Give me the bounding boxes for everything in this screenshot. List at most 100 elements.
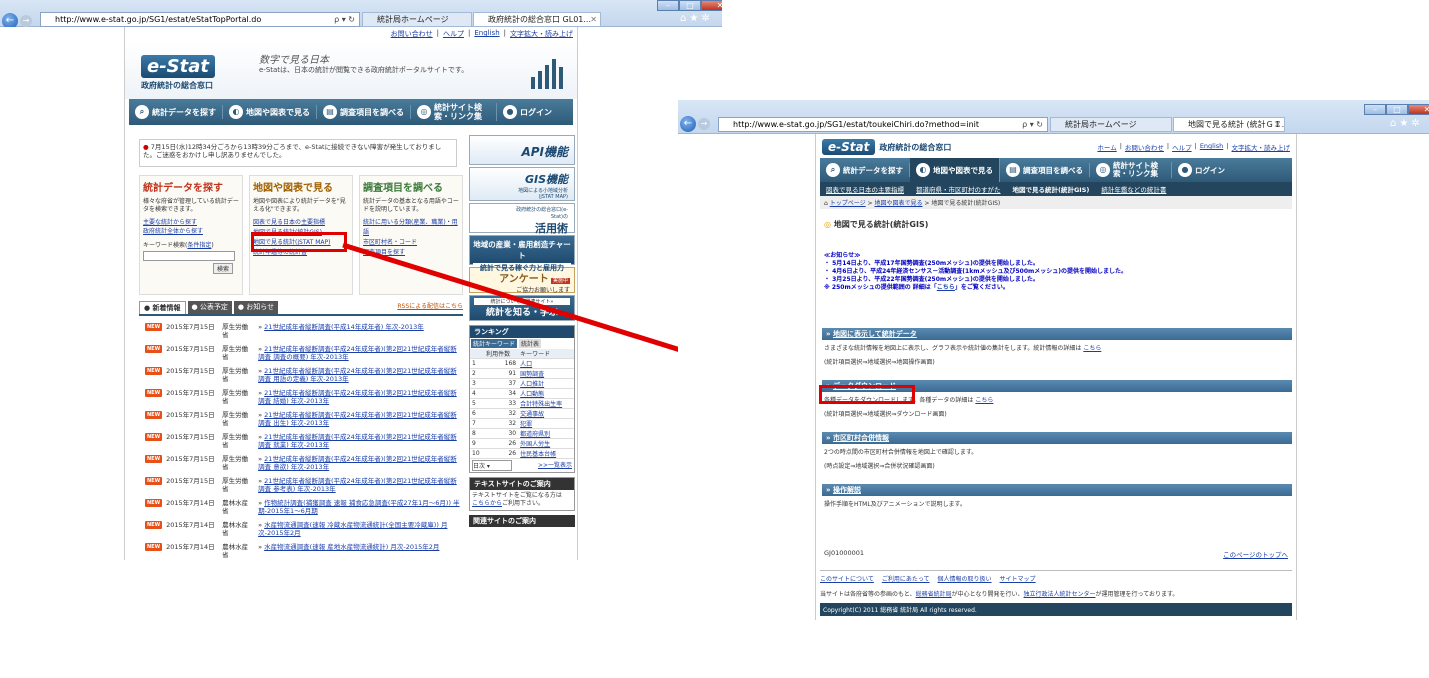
estat-logo[interactable]: e-Stat xyxy=(141,55,215,78)
news-link[interactable]: 21世紀成年者縦断調査(平成24年成年者)(第2回21世紀成年者縦断調査 意欲)… xyxy=(258,455,457,471)
search-refresh-icon[interactable]: ρ ▾ ↻ xyxy=(1022,118,1043,131)
back-icon[interactable]: ← xyxy=(680,116,696,132)
condition-link[interactable]: 条件指定 xyxy=(187,242,211,249)
nav-site-links[interactable]: ◎ 統計サイト検索・リンク集 xyxy=(1090,162,1172,178)
close-tab-icon[interactable]: ✕ xyxy=(590,13,597,26)
tab-estat-portal[interactable]: 政府統計の総合窓口 GL01... ✕ xyxy=(473,12,601,27)
news-link[interactable]: 21世紀成年者縦断調査(平成24年成年者)(第2回21世紀成年者縦断調査 就業)… xyxy=(258,433,457,449)
maximize-button[interactable]: □ xyxy=(679,0,701,11)
detail-link[interactable]: こちら xyxy=(1083,345,1101,352)
nav-map-chart[interactable]: ◐ 地図や図表で見る xyxy=(910,158,1000,182)
tab-table[interactable]: 統計表 xyxy=(519,339,542,348)
learn-banner[interactable]: 統計についての関連サイト» 統計を知る・学ぶ xyxy=(469,295,575,321)
keyword-link[interactable]: 人口動態 xyxy=(520,391,544,398)
text-site-link[interactable]: こちらから xyxy=(472,500,502,507)
estat-logo[interactable]: e-Stat xyxy=(822,139,876,155)
api-banner[interactable]: API機能 xyxy=(469,135,575,165)
news-link[interactable]: 21世紀成年者縦断調査(平成24年成年者)(第2回21世紀成年者縦断調査 参考表… xyxy=(258,477,457,493)
rss-link[interactable]: RSSによる配信はこちら xyxy=(397,301,463,314)
english-link[interactable]: English xyxy=(474,29,499,39)
tab-stat-bureau[interactable]: 統計局ホームページ xyxy=(1050,117,1172,132)
search-refresh-icon[interactable]: ρ ▾ ↻ xyxy=(334,13,355,26)
nav-login[interactable]: ● ログイン xyxy=(497,105,558,119)
footer-sitemap-link[interactable]: サイトマップ xyxy=(1000,574,1036,583)
breadcrumb-top[interactable]: トップページ xyxy=(830,200,866,207)
tab-publish-schedule[interactable]: ● 公表予定 xyxy=(187,301,232,314)
nav-search-data[interactable]: ⌕ 統計データを探す xyxy=(820,163,910,177)
keyword-link[interactable]: 人口 xyxy=(520,361,532,368)
tab-notices[interactable]: ● お知らせ xyxy=(233,301,279,314)
major-stats-link[interactable]: 主要な統計から探す xyxy=(143,219,197,226)
stat-center-link[interactable]: 独立行政法人統計センター xyxy=(1024,591,1096,598)
keyword-link[interactable]: 合計特殊出生率 xyxy=(520,401,562,408)
home-link[interactable]: ホーム xyxy=(1097,142,1116,152)
subnav-prefecture[interactable]: 都道府県・市区町村のすがた xyxy=(916,184,1001,194)
nav-survey-items[interactable]: ▤ 調査項目を調べる xyxy=(1000,163,1090,177)
page-top-link[interactable]: このページのトップへ xyxy=(1223,549,1288,559)
mesh-detail-link[interactable]: こちら xyxy=(937,284,955,291)
nav-login[interactable]: ● ログイン xyxy=(1172,163,1231,177)
nav-search-data[interactable]: ⌕ 統計データを探す xyxy=(129,105,223,119)
keyword-link[interactable]: 人口推計 xyxy=(520,381,544,388)
news-link[interactable]: 21世紀成年者縦断調査(平成24年成年者)(第2回21世紀成年者縦断調査 用語の… xyxy=(258,367,457,383)
subnav-gis[interactable]: 地図で見る統計(統計GIS) xyxy=(1013,184,1090,194)
subnav-indicators[interactable]: 図表で見る日本の主要指標 xyxy=(826,184,904,194)
section-link[interactable]: 市区町村合併情報 xyxy=(833,434,889,442)
footer-terms-link[interactable]: ご利用にあたって xyxy=(882,574,930,583)
classification-link[interactable]: 統計に用いる分類(産業、職業)・用語 xyxy=(363,219,458,236)
keyword-input[interactable] xyxy=(143,251,235,261)
keyword-link[interactable]: 住民基本台帳 xyxy=(520,451,556,458)
keyword-link[interactable]: 犯罪 xyxy=(520,421,532,428)
minimize-button[interactable]: – xyxy=(657,0,679,11)
detail-link[interactable]: こちら xyxy=(975,397,993,404)
news-link[interactable]: 水産物流通調査(速報 冷蔵水産物流通統計(全国主要冷蔵庫)) 月次-2015年2… xyxy=(258,521,447,537)
close-tab-icon[interactable]: ✕ xyxy=(1274,118,1281,131)
news-link[interactable]: 作物統計調査(捕獲調査 速報 捕食応急調査(平成27年1月～6月)) 半期-20… xyxy=(258,499,459,515)
tab-keyword[interactable]: 統計キーワード xyxy=(471,339,518,348)
keyword-link[interactable]: 国勢調査 xyxy=(520,371,544,378)
close-button[interactable]: ✕ xyxy=(701,0,722,11)
close-button[interactable]: ✕ xyxy=(1408,104,1429,115)
stat-bureau-link[interactable]: 総務省統計局 xyxy=(916,591,952,598)
contact-link[interactable]: お問い合わせ xyxy=(391,29,433,39)
search-button[interactable]: 検索 xyxy=(213,263,233,274)
text-size-link[interactable]: 文字拡大・読み上げ xyxy=(1232,142,1291,152)
footer-about-link[interactable]: このサイトについて xyxy=(820,574,874,583)
breadcrumb-map[interactable]: 地図や図表で見る xyxy=(874,200,922,207)
nav-map-chart[interactable]: ◐ 地図や図表で見る xyxy=(223,105,317,119)
gis-banner[interactable]: GIS機能 地図による小地域分析(jSTAT MAP) xyxy=(469,167,575,201)
maximize-button[interactable]: □ xyxy=(1386,104,1408,115)
find-items-link[interactable]: 調査項目を探す xyxy=(363,249,405,256)
major-indicators-link[interactable]: 図表で見る日本の主要指標 xyxy=(253,219,325,226)
keyword-link[interactable]: 都道府県別 xyxy=(520,431,550,438)
nav-survey-items[interactable]: ▤ 調査項目を調べる xyxy=(317,105,411,119)
news-link[interactable]: 21世紀成年者縦断調査(平成14年成年者) 年次-2013年 xyxy=(264,323,424,331)
minimize-button[interactable]: – xyxy=(1364,104,1386,115)
news-link[interactable]: 21世紀成年者縦断調査(平成24年成年者)(第2回21世紀成年者縦断調査 調査の… xyxy=(258,345,457,361)
section-link[interactable]: 操作解説 xyxy=(833,486,861,494)
municipality-code-link[interactable]: 市区町村名・コード xyxy=(363,239,417,246)
footer-privacy-link[interactable]: 個人情報の取り扱い xyxy=(938,574,992,583)
all-stats-link[interactable]: 政府統計全体から探す xyxy=(143,228,203,235)
keyword-link[interactable]: 交通事故 xyxy=(520,411,544,418)
news-link[interactable]: 21世紀成年者縦断調査(平成24年成年者)(第2回21世紀成年者縦断調査 出生)… xyxy=(258,411,457,427)
text-size-link[interactable]: 文字拡大・読み上げ xyxy=(510,29,573,39)
address-bar[interactable]: http://www.e-stat.go.jp/SG1/estat/toukei… xyxy=(718,117,1048,132)
english-link[interactable]: English xyxy=(1200,142,1223,152)
tab-new-info[interactable]: ● 新着情報 xyxy=(139,301,186,314)
help-link[interactable]: ヘルプ xyxy=(1172,142,1192,152)
tab-stat-bureau[interactable]: 統計局ホームページ xyxy=(362,12,472,27)
news-link[interactable]: 21世紀成年者縦断調査(平成24年成年者)(第2回21世紀成年者縦断調査 結婚)… xyxy=(258,389,457,405)
address-bar[interactable]: http://www.e-stat.go.jp/SG1/estat/eStatT… xyxy=(40,12,360,27)
chart-banner[interactable]: 地域の産業・雇用創造チャート 統計で見る稼ぐ力と雇用力 xyxy=(469,235,575,273)
news-link[interactable]: 水産物流通調査(速報 産地水産物流通統計) 月次-2015年2月 xyxy=(264,543,439,551)
nav-site-links[interactable]: ◎ 統計サイト検索・リンク集 xyxy=(411,103,497,121)
contact-link[interactable]: お問い合わせ xyxy=(1125,142,1164,152)
period-select[interactable]: 日次 ▾ xyxy=(472,460,512,471)
list-view-link[interactable]: >>一覧表示 xyxy=(538,460,572,471)
home-star-gear-icons[interactable]: ⌂★✲ xyxy=(1390,118,1423,129)
help-link[interactable]: ヘルプ xyxy=(443,29,464,39)
subnav-yearbook[interactable]: 統計年鑑などの統計書 xyxy=(1101,184,1166,194)
tab-gis[interactable]: 地図で見る統計 (統計ＧＩ... ✕ xyxy=(1173,117,1285,132)
section-link[interactable]: 地図に表示して統計データ xyxy=(833,330,917,338)
